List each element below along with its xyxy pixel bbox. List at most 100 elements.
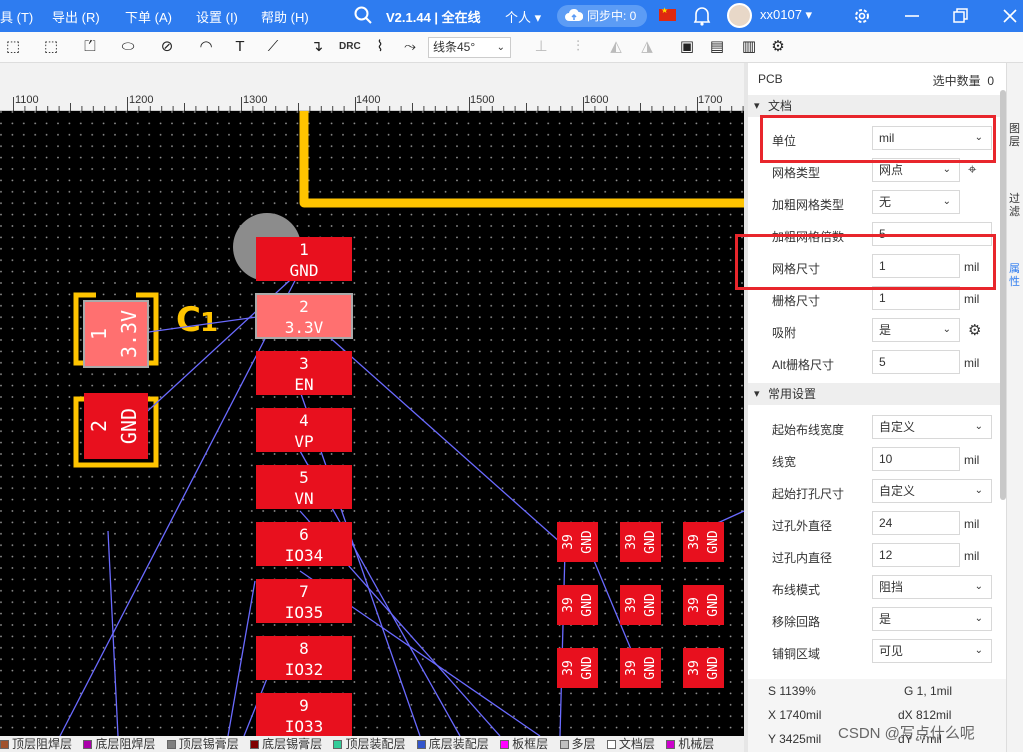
dimension-icon[interactable]: ⟋: [262, 37, 284, 57]
bold-grid-multiple-label: 加粗网格倍数: [772, 230, 845, 244]
menu-order[interactable]: 下单 (A): [125, 7, 172, 26]
grid-type-select[interactable]: 网点 ⌄: [872, 158, 960, 182]
close-icon[interactable]: [1001, 6, 1019, 26]
board-icon[interactable]: ▤: [706, 37, 728, 57]
layer-item[interactable]: 顶层阻焊层: [0, 736, 72, 752]
layer-label: 机械层: [678, 737, 715, 751]
select-lasso-icon[interactable]: ⬚: [40, 37, 62, 57]
routing-mode-select[interactable]: 阻挡 ⌄: [872, 575, 992, 599]
bell-icon[interactable]: [693, 6, 711, 26]
layer-swatch: [83, 740, 93, 749]
tab-layers[interactable]: 图层: [1009, 123, 1023, 149]
menu-settings[interactable]: 设置 (I): [196, 7, 238, 26]
restore-icon[interactable]: [952, 6, 970, 26]
row-alt-grid-size: Alt栅格尺寸 5 mil: [748, 349, 1006, 377]
chevron-down-icon: ⌄: [942, 324, 951, 335]
layer-label: 底层阻焊层: [95, 737, 156, 751]
remove-loop-label: 移除回路: [772, 615, 821, 629]
pad-number: 5: [299, 468, 309, 487]
layer-item[interactable]: 底层锡膏层: [250, 736, 322, 752]
china-flag-icon[interactable]: ★: [659, 6, 676, 21]
thermal-pad-net: GND: [643, 593, 658, 617]
pad-net: 3.3V: [285, 318, 324, 337]
alt-grid-size-input[interactable]: 5: [872, 350, 960, 374]
via-icon[interactable]: ⌇: [369, 37, 391, 57]
thermal-pad-net: GND: [706, 656, 721, 680]
row-start-track-width: 起始布线宽度 自定义 ⌄: [748, 414, 1006, 442]
grid-color-icon[interactable]: ⌖: [968, 161, 976, 178]
via-inner-label: 过孔内直径: [772, 551, 833, 565]
layer-item[interactable]: 多层: [559, 736, 596, 752]
search-icon[interactable]: [354, 6, 372, 24]
layer-item[interactable]: 顶层装配层: [333, 736, 405, 752]
via-outer-unit: mil: [964, 517, 980, 531]
route-icon[interactable]: ↴: [306, 37, 328, 57]
chevron-down-icon: ⌄: [942, 164, 951, 175]
gerber-icon[interactable]: ▣: [676, 37, 698, 57]
row-grid-size: 网格尺寸 1 mil: [748, 253, 1006, 281]
start-hole-size-select[interactable]: 自定义 ⌄: [872, 479, 992, 503]
image-icon[interactable]: ▥: [738, 37, 760, 57]
unit-select[interactable]: mil ⌄: [872, 126, 992, 150]
pad-number: 8: [299, 639, 309, 658]
avatar[interactable]: [727, 3, 752, 28]
menu-help[interactable]: 帮助 (H): [261, 7, 309, 26]
ruler-tick-label: 1300: [243, 94, 268, 106]
pad-number: 3: [299, 354, 309, 373]
chevron-down-icon: ⌄: [974, 132, 983, 143]
grid-size-input[interactable]: 1: [872, 254, 960, 278]
ruler-tick-label: 1100: [15, 94, 39, 106]
row-snap-grid-size: 栅格尺寸 1 mil: [748, 285, 1006, 313]
menu-tools[interactable]: 具 (T): [0, 7, 33, 26]
layer-item[interactable]: 文档层: [606, 736, 655, 752]
track-width-input[interactable]: 10: [872, 447, 960, 471]
layer-item[interactable]: 机械层: [666, 736, 714, 752]
thermal-pad-net: GND: [643, 656, 658, 680]
gear-icon[interactable]: [852, 6, 872, 26]
bold-grid-multiple-input[interactable]: 5: [872, 222, 992, 246]
pcb-canvas[interactable]: C 1 1 GND 2 3.3V 3 EN 4 VP 5 VN 6 IO34 7 IO35 8 IO32 9 IO3…: [0, 111, 744, 736]
settings-gear-icon[interactable]: ⚙: [767, 37, 789, 57]
snap-grid-size-input[interactable]: 1: [872, 286, 960, 310]
text-icon[interactable]: T: [229, 37, 251, 57]
account-mode-dropdown[interactable]: 个人 ▾: [505, 7, 541, 26]
bold-grid-type-select[interactable]: 无 ⌄: [872, 190, 960, 214]
start-track-width-select[interactable]: 自定义 ⌄: [872, 415, 992, 439]
arc-icon[interactable]: ◠: [195, 37, 217, 57]
layer-item[interactable]: 顶层锡膏层: [166, 736, 239, 752]
drc-button[interactable]: DRC: [339, 41, 361, 52]
panel-header: PCB 选中数量 0: [748, 63, 1006, 93]
layer-item[interactable]: 底层阻焊层: [83, 736, 155, 752]
row-routing-mode: 布线模式 阻挡 ⌄: [748, 574, 1006, 602]
differential-route-icon[interactable]: ⤳: [399, 37, 421, 57]
via-outer-input[interactable]: 24: [872, 511, 960, 535]
minimize-icon[interactable]: [903, 6, 921, 26]
tab-filter[interactable]: 过滤: [1009, 193, 1023, 219]
ellipse-icon[interactable]: ⬭: [117, 37, 139, 57]
layer-swatch: [416, 740, 426, 749]
remove-loop-select[interactable]: 是 ⌄: [872, 607, 992, 631]
section-common[interactable]: 常用设置: [748, 383, 1006, 405]
pad-number: 4: [299, 411, 309, 430]
menu-export[interactable]: 导出 (R): [52, 7, 100, 26]
section-doc[interactable]: 文档: [748, 95, 1006, 117]
sync-status-badge[interactable]: 同步中: 0: [557, 5, 647, 27]
ruler-tick-label: 1200: [129, 94, 154, 106]
line-mode-select[interactable]: 线条45° ⌄: [428, 37, 511, 58]
pcb-drawing[interactable]: C 1 1 GND 2 3.3V 3 EN 4 VP 5 VN 6 IO34 7 IO35 8 IO32 9 IO3…: [0, 111, 744, 736]
select-rect-icon[interactable]: ⬚: [2, 37, 24, 57]
track-width-unit: mil: [964, 453, 980, 467]
layer-item[interactable]: 底层装配层: [416, 736, 489, 752]
sync-label: 同步中: 0: [587, 9, 637, 23]
polygon-icon[interactable]: ⏍: [79, 37, 101, 57]
copper-area-select[interactable]: 可见 ⌄: [872, 639, 992, 663]
tab-properties[interactable]: 属性: [1009, 263, 1023, 289]
account-mode-label: 个人: [505, 10, 532, 25]
circle-slash-icon[interactable]: ⊘: [156, 37, 178, 57]
snap-select[interactable]: 是 ⌄: [872, 318, 960, 342]
snap-settings-gear-icon[interactable]: ⚙: [968, 321, 981, 339]
username-dropdown[interactable]: xx0107 ▾: [760, 7, 812, 23]
ruler-tick-label: 1700: [698, 94, 723, 106]
via-inner-input[interactable]: 12: [872, 543, 960, 567]
layer-item[interactable]: 板框层: [500, 736, 548, 752]
